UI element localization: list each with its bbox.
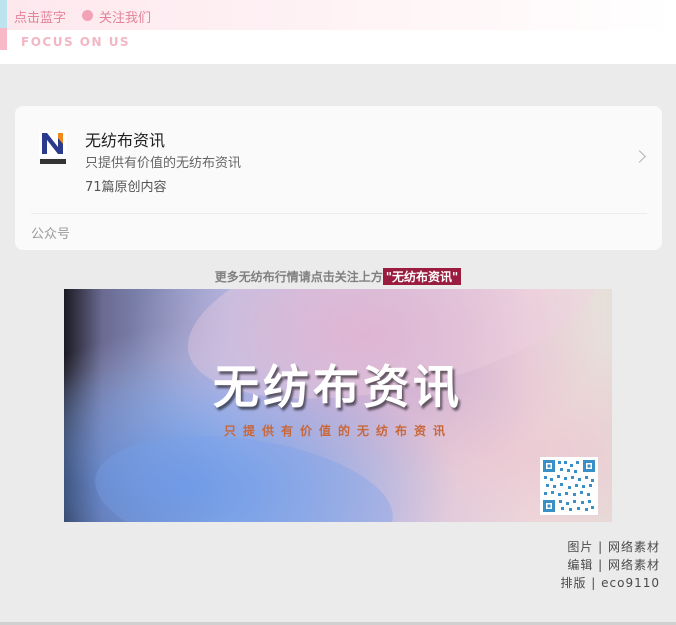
credit-line: 排版 | eco9110 <box>560 576 660 590</box>
qr-code-icon <box>540 457 598 515</box>
chevron-right-icon[interactable] <box>633 150 646 163</box>
credit-line: 编辑 | 网络素材 <box>567 558 660 572</box>
promo-text: 更多无纺布行情请点击关注上方 <box>214 270 383 284</box>
banner-title: 无纺布资讯 <box>213 360 463 414</box>
original-count: 71篇原创内容 <box>85 180 167 195</box>
credit-line: 图片 | 网络素材 <box>567 540 660 554</box>
promo-line: 更多无纺布行情请点击关注上方 "无纺布资讯" <box>0 268 676 285</box>
follow-us-text: 关注我们 <box>99 11 152 26</box>
account-card[interactable]: 无纺布资讯 只提供有价值的无纺布资讯 71篇原创内容 公众号 <box>15 106 662 250</box>
accent-strip <box>0 0 7 50</box>
click-blue-text: 点击蓝字 <box>14 11 67 26</box>
card-divider <box>31 213 647 214</box>
dot-icon <box>82 10 93 21</box>
banner-image: 无纺布资讯 只提供有价值的无纺布资讯 <box>64 289 612 522</box>
account-type-label: 公众号 <box>31 227 71 242</box>
nonwoven-logo-icon <box>39 130 67 164</box>
follow-header: 点击蓝字 关注我们 FOCUS ON US <box>0 0 676 64</box>
banner-subtitle: 只提供有价值的无纺布资讯 <box>223 424 452 438</box>
account-name: 无纺布资讯 <box>85 131 166 150</box>
credits: 图片 | 网络素材 编辑 | 网络素材 排版 | eco9110 <box>560 538 660 592</box>
account-description: 只提供有价值的无纺布资讯 <box>85 156 242 171</box>
promo-highlight[interactable]: "无纺布资讯" <box>382 268 462 285</box>
focus-on-us-label: FOCUS ON US <box>21 35 131 49</box>
